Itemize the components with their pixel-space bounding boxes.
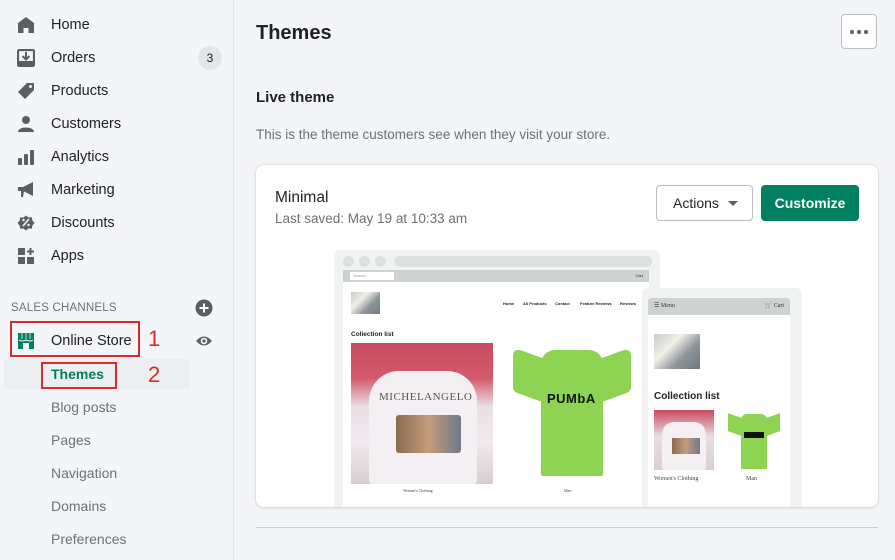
more-actions-button[interactable] <box>841 14 877 49</box>
discount-icon <box>16 213 36 233</box>
sidebar-item-customers[interactable]: Customers <box>0 109 234 139</box>
home-icon <box>16 15 36 35</box>
sidebar-subitem-preferences[interactable]: Preferences <box>0 524 234 554</box>
mobile-collection-heading: Collection list <box>654 391 720 402</box>
sidebar-subitem-label: Preferences <box>51 531 127 547</box>
desktop-theme-preview: Search Cart Home All Products Contact Fe… <box>334 250 660 507</box>
sidebar-subitem-navigation[interactable]: Navigation <box>0 458 234 488</box>
live-theme-heading: Live theme <box>256 89 335 106</box>
view-online-store-button[interactable] <box>195 332 213 350</box>
mobile-womens-clothing-image <box>654 410 714 470</box>
desktop-screen: Search Cart Home All Products Contact Fe… <box>343 270 649 507</box>
live-theme-description: This is the theme customers see when the… <box>256 127 611 142</box>
mobile-logo-image <box>654 334 700 369</box>
preview-caption: Women's Clothing <box>403 488 433 493</box>
orders-count-badge: 3 <box>198 46 222 70</box>
sidebar-item-label: Home <box>51 17 90 33</box>
mobile-top-bar: ☰ Menu 🛒 Cart <box>648 298 790 315</box>
sidebar: Home Orders 3 Products Customers Analyti… <box>0 0 234 560</box>
section-divider <box>256 527 878 528</box>
actions-label: Actions <box>673 195 719 211</box>
sidebar-subitem-label: Navigation <box>51 465 118 481</box>
add-sales-channel-button[interactable] <box>195 299 213 317</box>
preview-nav-item: Reviews <box>620 301 637 306</box>
mobile-cart-text: Cart <box>773 303 784 309</box>
preview-man-image: PUMbA <box>513 346 631 479</box>
sidebar-subitem-pages[interactable]: Pages <box>0 425 234 455</box>
apps-icon <box>16 246 36 266</box>
sidebar-subitem-label: Pages <box>51 432 91 448</box>
sidebar-item-label: Analytics <box>51 149 110 165</box>
sidebar-item-label: Customers <box>51 116 122 132</box>
preview-logo-image <box>351 292 380 314</box>
sidebar-item-label: Apps <box>51 248 85 264</box>
window-dot <box>375 256 386 267</box>
annotation-box-themes <box>41 362 117 389</box>
bar-chart-icon <box>16 147 36 167</box>
person-icon <box>16 114 36 134</box>
preview-collection-heading: Collection list <box>351 331 394 338</box>
page-title: Themes <box>256 22 332 44</box>
sidebar-item-orders[interactable]: Orders 3 <box>0 43 234 73</box>
sidebar-item-label: Discounts <box>51 215 115 231</box>
sidebar-item-discounts[interactable]: Discounts <box>0 208 234 238</box>
sidebar-subitem-label: Blog posts <box>51 399 117 415</box>
mobile-caption: Man <box>746 476 757 482</box>
tee-print <box>744 432 764 438</box>
mobile-theme-preview: ☰ Menu 🛒 Cart Collection list Women's Cl… <box>642 288 802 507</box>
preview-caption: Man <box>564 488 572 493</box>
sidebar-item-marketing[interactable]: Marketing <box>0 175 234 205</box>
window-dot <box>343 256 354 267</box>
tee-body <box>541 350 603 476</box>
plus-circle-icon <box>195 299 213 317</box>
sidebar-item-apps[interactable]: Apps <box>0 241 234 271</box>
sidebar-subitem-blog-posts[interactable]: Blog posts <box>0 392 234 422</box>
mobile-menu-label: ☰ Menu <box>654 303 675 309</box>
sidebar-item-home[interactable]: Home <box>0 10 234 40</box>
preview-top-bar: Search Cart <box>343 270 649 282</box>
annotation-box-online-store <box>10 321 140 357</box>
sidebar-subitem-domains[interactable]: Domains <box>0 491 234 521</box>
mobile-screen: ☰ Menu 🛒 Cart Collection list Women's Cl… <box>648 298 790 507</box>
ellipsis-dot <box>864 29 868 34</box>
annotation-number-2: 2 <box>148 362 161 387</box>
preview-nav-item: Home <box>503 301 515 306</box>
sidebar-item-products[interactable]: Products <box>0 76 234 106</box>
preview-nav-item: All Products <box>523 301 547 306</box>
last-saved-text: Last saved: May 19 at 10:33 am <box>275 211 468 226</box>
mobile-caption: Women's Clothing <box>654 476 699 482</box>
theme-name: Minimal <box>275 189 329 206</box>
live-theme-card: Minimal Last saved: May 19 at 10:33 am A… <box>256 165 878 507</box>
tag-icon <box>16 81 36 101</box>
sidebar-subitem-label: Domains <box>51 498 107 514</box>
shirt-print-text: MICHELANGELO <box>379 391 473 403</box>
actions-dropdown-button[interactable]: Actions <box>656 185 753 221</box>
mobile-menu-text: Menu <box>660 303 675 309</box>
mobile-cart-label: 🛒 Cart <box>764 303 784 309</box>
mobile-man-image <box>728 412 780 470</box>
preview-cart-link: Cart <box>635 273 643 278</box>
preview-nav-item: Contact <box>555 301 570 306</box>
browser-url-bar <box>394 256 652 267</box>
eye-icon <box>196 336 212 346</box>
caret-down-icon <box>728 201 738 206</box>
preview-search-field: Search <box>350 272 394 280</box>
sales-channels-heading: SALES CHANNELS <box>11 302 117 314</box>
preview-womens-clothing-image: MICHELANGELO <box>351 343 493 484</box>
megaphone-icon <box>16 180 36 200</box>
ellipsis-dot <box>857 29 861 34</box>
window-dot <box>359 256 370 267</box>
sidebar-item-label: Marketing <box>51 182 115 198</box>
shirt-artwork <box>672 438 700 454</box>
shirt-artwork <box>396 415 461 453</box>
tee-print-text: PUMbA <box>547 391 596 406</box>
sidebar-item-analytics[interactable]: Analytics <box>0 142 234 172</box>
sidebar-item-label: Orders <box>51 50 96 66</box>
annotation-number-1: 1 <box>148 326 161 351</box>
ellipsis-icon <box>850 29 854 34</box>
orders-icon <box>16 48 36 68</box>
preview-nav-item: Feature Reviews <box>580 301 612 306</box>
customize-button[interactable]: Customize <box>761 185 859 221</box>
sidebar-item-label: Products <box>51 83 109 99</box>
